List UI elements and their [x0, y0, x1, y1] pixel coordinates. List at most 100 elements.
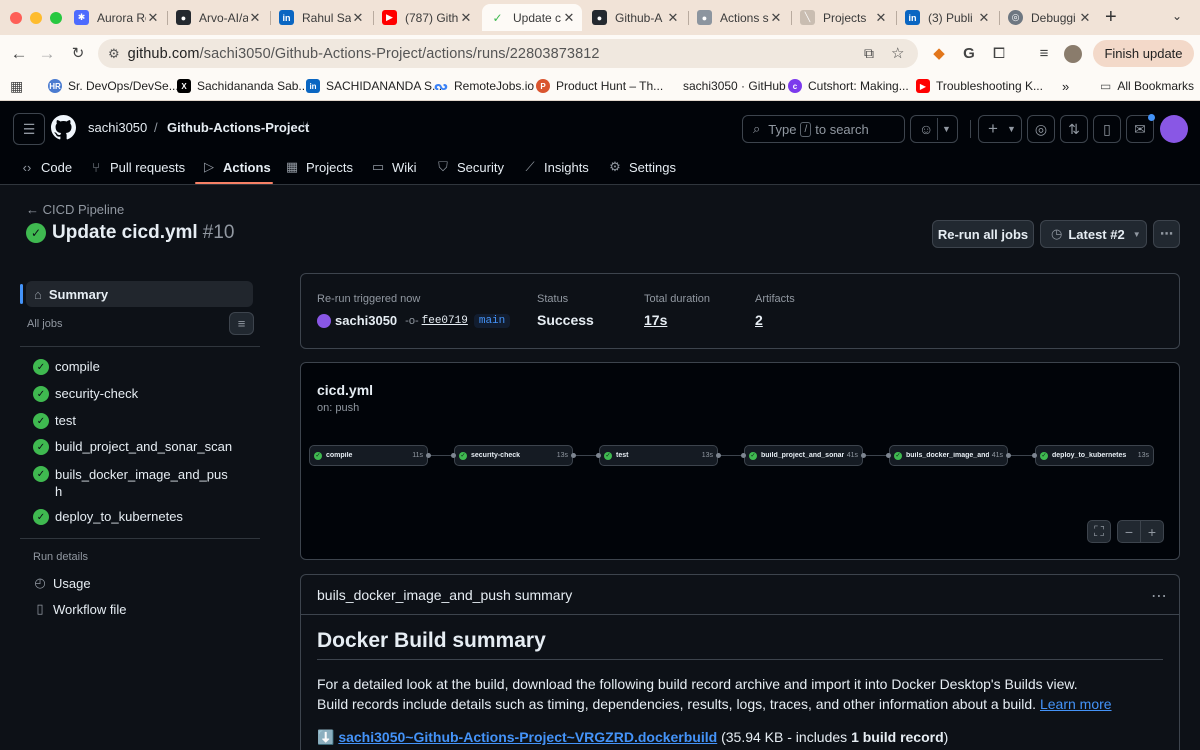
finish-update-button[interactable]: Finish update — [1093, 40, 1194, 67]
close-icon[interactable]: ✕ — [146, 10, 160, 26]
search-input[interactable]: ⌕ Type / to search — [742, 115, 905, 143]
browser-tab[interactable]: ● Github-A ✕ — [584, 4, 686, 31]
close-icon[interactable]: ✕ — [874, 10, 888, 26]
repo-owner-link[interactable]: sachi3050 — [88, 120, 147, 135]
sidebar-job-build-project[interactable]: ✓ build_project_and_sonar_scan — [33, 439, 232, 455]
browser-tab[interactable]: ● Arvo-AI/a ✕ — [168, 4, 268, 31]
more-bookmarks-chevron-icon[interactable]: » — [1062, 79, 1069, 94]
sidebar-item-summary[interactable]: ⌂ Summary — [26, 281, 253, 307]
tab-actions[interactable]: ▷ Actions — [202, 152, 271, 182]
tab-code[interactable]: ‹› Code — [20, 152, 72, 182]
sidebar-item-usage[interactable]: ◴ Usage — [33, 575, 90, 591]
tab-insights[interactable]: ⟋ Insights — [523, 152, 588, 182]
graph-node-compile[interactable]: ✓ compile 11s — [309, 445, 428, 466]
github-logo-icon[interactable] — [51, 115, 76, 140]
maximize-window-button[interactable] — [50, 12, 62, 24]
pull-requests-icon[interactable]: ⇅ — [1060, 115, 1088, 143]
browser-tab[interactable]: in (3) Publi ✕ — [897, 4, 997, 31]
zoom-out-icon[interactable]: − — [1117, 520, 1141, 543]
grammarly-extension-icon[interactable]: G — [959, 44, 979, 64]
sidebar-job-compile[interactable]: ✓ compile — [33, 359, 100, 375]
filter-icon[interactable]: ≡ — [229, 312, 254, 335]
sidebar-item-workflow-file[interactable]: ▯ Workflow file — [33, 601, 126, 617]
minimize-window-button[interactable] — [30, 12, 42, 24]
repo-name-link[interactable]: Github-Actions-Project — [167, 120, 309, 135]
attempt-select-button[interactable]: ◷ Latest #2 ▼ — [1040, 220, 1147, 248]
issues-icon[interactable]: ◎ — [1027, 115, 1055, 143]
install-app-icon[interactable]: ⧉ — [864, 45, 874, 62]
bookmark-star-icon[interactable]: ☆ — [891, 44, 904, 62]
tab-projects[interactable]: ▦ Projects — [285, 152, 353, 182]
hamburger-menu-icon[interactable]: ☰ — [13, 113, 45, 145]
close-icon[interactable]: ✕ — [351, 10, 365, 26]
sidebar-job-deploy[interactable]: ✓ deploy_to_kubernetes — [33, 509, 183, 525]
commit-sha-link[interactable]: fee0719 — [422, 315, 468, 327]
duration-link[interactable]: 17s — [644, 312, 667, 328]
actor-link[interactable]: sachi3050 — [335, 313, 397, 328]
all-bookmarks-folder[interactable]: ▭ All Bookmarks — [1100, 79, 1194, 93]
zoom-in-icon[interactable]: + — [1140, 520, 1164, 543]
bookmark-item[interactable]: ᔓ RemoteJobs.io — [434, 79, 534, 93]
graph-node-docker-image[interactable]: ✓buils_docker_image_and_...41s — [889, 445, 1008, 466]
browser-tab[interactable]: ╲ Projects ✕ — [792, 4, 894, 31]
bookmark-item[interactable]: ▶ Troubleshooting K... — [916, 79, 1043, 93]
more-options-kebab-icon[interactable]: ⋯ — [1153, 220, 1180, 248]
repositories-icon[interactable]: ▯ — [1093, 115, 1121, 143]
bookmark-item[interactable]: HR Sr. DevOps/DevSe... — [48, 79, 179, 93]
rerun-all-jobs-button[interactable]: Re-run all jobs — [932, 220, 1034, 248]
learn-more-link[interactable]: Learn more — [1040, 696, 1112, 712]
artifacts-link[interactable]: 2 — [755, 312, 763, 328]
graph-node-build-project[interactable]: ✓build_project_and_sonar_...41s — [744, 445, 863, 466]
copilot-button[interactable]: ☺ ▼ — [910, 115, 958, 143]
profile-avatar[interactable] — [1064, 45, 1082, 63]
bookmark-item[interactable]: P Product Hunt – Th... — [536, 79, 663, 93]
site-info-icon[interactable]: ⚙ — [108, 46, 120, 62]
close-icon[interactable]: ✕ — [1078, 10, 1092, 26]
archive-download-link[interactable]: sachi3050~Github-Actions-Project~VRGZRD.… — [338, 729, 717, 745]
close-icon[interactable]: ✕ — [977, 10, 991, 26]
graph-node-test[interactable]: ✓ test 13s — [599, 445, 718, 466]
graph-node-security-check[interactable]: ✓ security-check 13s — [454, 445, 573, 466]
tab-security[interactable]: ⛉ Security — [436, 152, 504, 182]
sidebar-job-docker-image[interactable]: ✓ buils_docker_image_and_pus h — [33, 466, 228, 500]
browser-tab[interactable]: inRahul Sas✕ — [271, 4, 371, 31]
browser-tab[interactable]: ▶ (787) Gith ✕ — [374, 4, 479, 31]
tab-wiki[interactable]: ▭ Wiki — [371, 152, 417, 182]
fullscreen-icon[interactable]: ⛶ — [1087, 520, 1111, 543]
metamask-extension-icon[interactable]: ◆ — [929, 44, 949, 64]
close-window-button[interactable] — [10, 12, 22, 24]
create-new-button[interactable]: + ▼ — [978, 115, 1022, 143]
bookmark-item[interactable]: sachi3050 · GitHub — [683, 79, 786, 93]
close-icon[interactable]: ✕ — [769, 10, 783, 26]
sidebar-job-security-check[interactable]: ✓ security-check — [33, 386, 138, 402]
tab-pull-requests[interactable]: ⑂ Pull requests — [89, 152, 185, 182]
bookmark-item[interactable]: X Sachidananda Sab... — [177, 79, 308, 93]
browser-tab[interactable]: ● Actions s ✕ — [689, 4, 789, 31]
close-icon[interactable]: ✕ — [459, 10, 473, 26]
address-bar[interactable]: ⚙ github.com/sachi3050/Github-Actions-Pr… — [98, 39, 918, 68]
bookmark-item[interactable]: c Cutshort: Making... — [788, 79, 909, 93]
user-avatar[interactable] — [1160, 115, 1188, 143]
sidebar-job-test[interactable]: ✓ test — [33, 413, 76, 429]
close-icon[interactable]: ✕ — [248, 10, 262, 26]
close-icon[interactable]: ✕ — [562, 10, 576, 26]
new-tab-plus-icon[interactable]: + — [1105, 6, 1117, 29]
back-arrow-icon[interactable]: ← — [8, 43, 30, 65]
back-arrow-icon: ← — [26, 202, 43, 217]
reload-icon[interactable]: ↻ — [67, 43, 89, 65]
graph-node-deploy[interactable]: ✓ deploy_to_kubernetes 13s — [1035, 445, 1154, 466]
forward-arrow-icon[interactable]: → — [36, 43, 58, 65]
browser-tab[interactable]: ✱Aurora Ro✕ — [66, 4, 166, 31]
more-options-kebab-icon[interactable]: ⋯ — [1151, 586, 1167, 606]
workflow-back-link[interactable]: ← CICD Pipeline — [26, 202, 124, 217]
branch-label[interactable]: main — [473, 313, 511, 328]
browser-tab[interactable]: ◎ Debuggi ✕ — [1000, 4, 1098, 31]
apps-grid-icon[interactable]: ▦ — [10, 78, 23, 95]
media-controls-icon[interactable]: ≡ — [1034, 44, 1054, 64]
extensions-puzzle-icon[interactable]: ⧠ — [989, 44, 1009, 64]
close-icon[interactable]: ✕ — [666, 10, 680, 26]
tab-settings[interactable]: ⚙ Settings — [608, 152, 676, 182]
browser-tab-active[interactable]: ✓ Update c ✕ — [482, 4, 582, 31]
bookmark-item[interactable]: in SACHIDANANDA S... — [306, 79, 442, 93]
tab-list-chevron-icon[interactable]: ⌄ — [1172, 9, 1182, 23]
